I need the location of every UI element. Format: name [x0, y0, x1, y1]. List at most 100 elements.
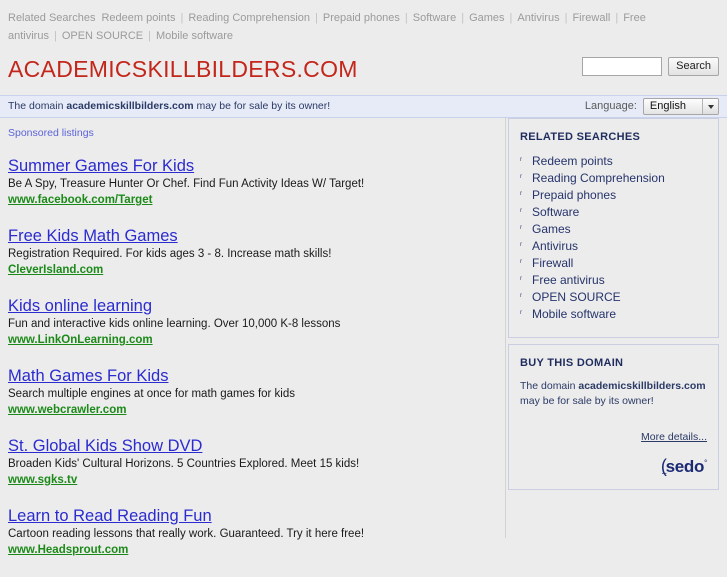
- sidebar-related-item-label: Redeem points: [532, 154, 613, 168]
- related-searches-panel-title: RELATED SEARCHES: [520, 131, 641, 143]
- language-selected-value: English: [649, 100, 686, 112]
- nav-item-prepaid-phones[interactable]: Prepaid phones: [323, 12, 400, 24]
- nav-item-reading-comprehension[interactable]: Reading Comprehension: [188, 12, 310, 24]
- nav-item-games[interactable]: Games: [469, 12, 504, 24]
- nav-item-redeem-points[interactable]: Redeem points: [101, 12, 175, 24]
- nav-item-mobile-software[interactable]: Mobile software: [156, 30, 233, 42]
- sedo-logo-dots: ..: [661, 469, 668, 476]
- buy-this-domain-text: The domain academicskillbilders.com may …: [520, 379, 707, 409]
- related-searches-nav-items: Redeem points | Reading Comprehension | Prep…: [8, 12, 646, 42]
- listing-title-link[interactable]: Free Kids Math Games: [8, 227, 178, 246]
- sedo-logo-mark: (sedo°..: [661, 457, 707, 476]
- sidebar-related-item[interactable]: ʳ Games: [520, 221, 707, 238]
- search-button[interactable]: Search: [668, 57, 719, 76]
- listing-url-link[interactable]: www.facebook.com/Target: [8, 193, 152, 208]
- arrow-bullet-icon: ʳ: [520, 206, 523, 216]
- nav-separator: |: [180, 12, 184, 24]
- sidebar-related-item[interactable]: ʳ Software: [520, 204, 707, 221]
- nav-separator: |: [315, 12, 318, 24]
- related-searches-panel: RELATED SEARCHES ʳ Redeem points ʳ Reading …: [508, 118, 719, 338]
- language-dropdown[interactable]: English: [642, 98, 719, 115]
- listing-description: Search multiple engines at once for math…: [8, 388, 296, 400]
- sidebar-related-item-label: Prepaid phones: [532, 188, 617, 202]
- sedo-logo-tm: °: [704, 458, 707, 468]
- arrow-bullet-icon: ʳ: [520, 223, 523, 233]
- listing-description: Broaden Kids' Cultural Horizons. 5 Count…: [8, 458, 360, 470]
- listing-url-link[interactable]: www.Headsprout.com: [8, 543, 128, 558]
- notice-suffix: may be for sale by its owner!: [193, 100, 331, 112]
- listing-title-link[interactable]: Math Games For Kids: [8, 367, 168, 386]
- sidebar-related-item[interactable]: ʳ Mobile software: [520, 306, 707, 323]
- sponsored-listings-label: Sponsored listings: [8, 127, 94, 139]
- domain-for-sale-notice: The domain academicskillbilders.com may …: [0, 95, 727, 118]
- arrow-bullet-icon: ʳ: [520, 308, 523, 318]
- nav-item-firewall[interactable]: Firewall: [572, 12, 610, 24]
- listing-description: Fun and interactive kids online learning…: [8, 318, 341, 330]
- language-label: Language:: [584, 100, 637, 112]
- sidebar-related-item-label: OPEN SOURCE: [532, 290, 621, 304]
- sponsored-listings-list: Summer Games For Kids Be A Spy, Treasure …: [8, 157, 497, 558]
- sponsored-listing: Free Kids Math Games Registration Require…: [8, 227, 497, 278]
- arrow-bullet-icon: ʳ: [520, 155, 523, 165]
- buy-text-prefix: The domain: [520, 380, 579, 392]
- listing-description: Be A Spy, Treasure Hunter Or Chef. Find …: [8, 178, 365, 190]
- listing-title-link[interactable]: Learn to Read Reading Fun: [8, 507, 212, 526]
- arrow-bullet-icon: ʳ: [520, 274, 523, 284]
- sidebar-related-item[interactable]: ʳ Free antivirus: [520, 272, 707, 289]
- nav-separator: |: [461, 12, 465, 24]
- sidebar-related-item[interactable]: ʳ OPEN SOURCE: [520, 289, 707, 306]
- notice-prefix: The domain: [8, 100, 67, 112]
- nav-item-software[interactable]: Software: [413, 12, 456, 24]
- nav-separator: |: [53, 30, 57, 42]
- notice-domain: academicskillbilders.com: [66, 100, 194, 112]
- nav-item-antivirus[interactable]: Antivirus: [517, 12, 559, 24]
- arrow-bullet-icon: ʳ: [520, 257, 523, 267]
- sidebar-related-item-label: Antivirus: [532, 239, 579, 253]
- listing-url-link[interactable]: CleverIsland.com: [8, 263, 103, 278]
- sidebar-related-item-label: Free antivirus: [532, 273, 605, 287]
- sidebar-related-item[interactable]: ʳ Redeem points: [520, 153, 707, 170]
- search-input[interactable]: [582, 57, 663, 76]
- sidebar-related-item[interactable]: ʳ Firewall: [520, 255, 707, 272]
- sidebar-related-item-label: Firewall: [532, 256, 574, 270]
- more-details-link[interactable]: More details...: [520, 431, 707, 443]
- sidebar: RELATED SEARCHES ʳ Redeem points ʳ Reading …: [506, 118, 719, 496]
- related-searches-nav-label: Related Searches: [8, 12, 96, 24]
- buy-this-domain-panel: BUY THIS DOMAIN The domain academicskill…: [508, 344, 719, 490]
- sponsored-listing: Learn to Read Reading Fun Cartoon reading…: [8, 507, 497, 558]
- sidebar-related-item[interactable]: ʳ Antivirus: [520, 238, 707, 255]
- main-content: Sponsored listings Summer Games For Kids…: [0, 118, 727, 577]
- sponsored-listing: Summer Games For Kids Be A Spy, Treasure …: [8, 157, 497, 208]
- nav-item-open-source[interactable]: OPEN SOURCE: [62, 30, 143, 42]
- chevron-down-icon[interactable]: [702, 99, 718, 114]
- nav-separator: |: [615, 12, 619, 24]
- nav-separator: |: [404, 12, 408, 24]
- sponsored-listing: Math Games For Kids Search multiple engin…: [8, 367, 497, 418]
- buy-this-domain-title: BUY THIS DOMAIN: [520, 357, 624, 369]
- language-selector[interactable]: Language: English: [585, 96, 719, 117]
- sidebar-related-item[interactable]: ʳ Reading Comprehension: [520, 170, 707, 187]
- listing-title-link[interactable]: Kids online learning: [8, 297, 152, 316]
- arrow-bullet-icon: ʳ: [520, 189, 523, 199]
- listing-url-link[interactable]: www.webcrawler.com: [8, 403, 126, 418]
- listing-url-link[interactable]: www.sgks.tv: [8, 473, 77, 488]
- related-searches-nav: Related Searches Redeem points | Reading Co…: [0, 0, 727, 45]
- listing-title-link[interactable]: St. Global Kids Show DVD: [8, 437, 202, 456]
- buy-text-suffix: may be for sale by its owner!: [520, 395, 654, 407]
- arrow-bullet-icon: ʳ: [520, 291, 523, 301]
- sidebar-related-item-label: Mobile software: [532, 307, 617, 321]
- sedo-logo[interactable]: (sedo°..: [520, 457, 707, 476]
- listing-url-link[interactable]: www.LinkOnLearning.com: [8, 333, 153, 348]
- listing-description: Registration Required. For kids ages 3 -…: [8, 248, 332, 260]
- sidebar-related-item-label: Software: [532, 205, 580, 219]
- listing-description: Cartoon reading lessons that really work…: [8, 528, 365, 540]
- listing-title-link[interactable]: Summer Games For Kids: [8, 157, 194, 176]
- site-header: ACADEMICSKILLBILDERS.COM Search: [0, 45, 727, 95]
- page-title: ACADEMICSKILLBILDERS.COM: [8, 56, 358, 82]
- sidebar-related-item-label: Games: [532, 222, 571, 236]
- nav-separator: |: [148, 30, 151, 42]
- buy-text-domain: academicskillbilders.com: [578, 380, 706, 392]
- sponsored-listings-column: Sponsored listings Summer Games For Kids…: [0, 118, 505, 577]
- sidebar-related-item[interactable]: ʳ Prepaid phones: [520, 187, 707, 204]
- nav-separator: |: [564, 12, 568, 24]
